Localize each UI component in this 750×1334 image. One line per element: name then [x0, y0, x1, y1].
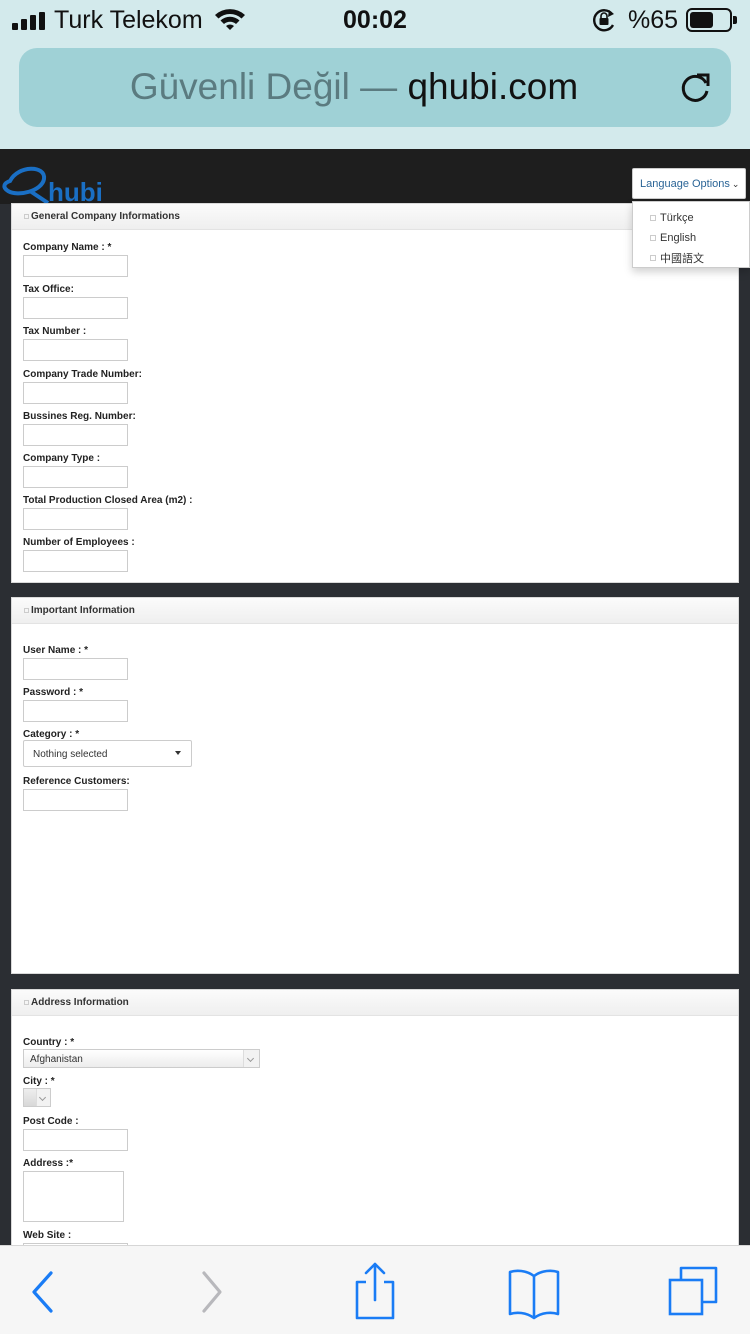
panel-header: Important Information — [12, 598, 738, 624]
country-label: Country : * — [23, 1037, 75, 1048]
post-code-label: Post Code : — [23, 1116, 79, 1127]
flag-icon — [650, 235, 656, 241]
panel-header: Address Information — [12, 990, 738, 1016]
site-header: hubi Language Options ⌄ — [0, 149, 750, 207]
language-menu: Türkçe English 中國語文 — [632, 201, 750, 268]
back-icon[interactable] — [14, 1260, 74, 1320]
password-input[interactable] — [23, 700, 128, 722]
reference-customers-input[interactable] — [23, 789, 128, 811]
flag-icon — [650, 255, 656, 261]
url-host: qhubi.com — [407, 66, 579, 107]
business-reg-input[interactable] — [23, 424, 128, 446]
address-info-panel: Address Information Country : * Afghanis… — [11, 989, 739, 1245]
company-type-input[interactable] — [23, 466, 128, 488]
caret-down-icon — [175, 751, 181, 755]
chevron-down-icon — [38, 1093, 47, 1102]
closed-area-input[interactable] — [23, 508, 128, 530]
country-select[interactable]: Afghanistan — [23, 1049, 260, 1068]
security-warning: Güvenli Değil — — [129, 66, 398, 107]
tabs-icon[interactable] — [664, 1260, 724, 1320]
general-company-panel: General Company Informations Company Nam… — [11, 203, 739, 583]
company-name-label: Company Name : * — [23, 242, 112, 253]
password-label: Password : * — [23, 687, 84, 698]
company-type-label: Company Type : — [23, 453, 101, 464]
tax-office-label: Tax Office: — [23, 284, 74, 295]
post-code-input[interactable] — [23, 1129, 128, 1151]
category-label: Category : * — [23, 729, 80, 740]
flag-icon — [650, 215, 656, 221]
employees-label: Number of Employees : — [23, 537, 135, 548]
language-label: English — [660, 232, 697, 244]
panel-title: General Company Informations — [31, 211, 180, 222]
city-select[interactable] — [23, 1088, 51, 1107]
panel-title: Address Information — [31, 997, 129, 1008]
battery-percent: %65 — [628, 6, 679, 34]
company-name-input[interactable] — [23, 255, 128, 277]
url-display[interactable]: Güvenli Değil — qhubi.com — [19, 66, 689, 108]
trade-number-label: Company Trade Number: — [23, 369, 142, 380]
address-textarea[interactable] — [23, 1171, 124, 1222]
panel-icon — [24, 1000, 29, 1005]
language-item-chinese[interactable]: 中國語文 — [633, 248, 749, 268]
rotation-lock-icon — [593, 9, 615, 32]
address-bar[interactable]: Güvenli Değil — qhubi.com — [19, 48, 731, 127]
battery-icon — [686, 8, 737, 32]
panel-header: General Company Informations — [12, 204, 738, 230]
language-label: Türkçe — [660, 212, 694, 224]
dropdown-arrow — [36, 1089, 50, 1106]
city-label: City : * — [23, 1076, 55, 1087]
forward-icon[interactable] — [180, 1260, 240, 1320]
username-input[interactable] — [23, 658, 128, 680]
tax-office-input[interactable] — [23, 297, 128, 319]
trade-number-input[interactable] — [23, 382, 128, 404]
panel-icon — [24, 214, 29, 219]
status-bar: Turk Telekom 00:02 %65 — [0, 0, 750, 42]
browser-toolbar — [0, 1245, 750, 1334]
dropdown-arrow — [243, 1050, 259, 1067]
reload-icon[interactable] — [677, 69, 713, 105]
web-site-label: Web Site : — [23, 1230, 72, 1241]
important-info-panel: Important Information User Name : * Pass… — [11, 597, 739, 974]
bookmarks-icon[interactable] — [504, 1260, 564, 1320]
tax-number-input[interactable] — [23, 339, 128, 361]
username-label: User Name : * — [23, 645, 89, 656]
share-icon[interactable] — [344, 1260, 404, 1320]
country-value: Afghanistan — [30, 1054, 83, 1065]
qhubi-logo[interactable]: hubi — [0, 163, 120, 207]
panel-title: Important Information — [31, 605, 135, 616]
employees-input[interactable] — [23, 550, 128, 572]
web-page: hubi Language Options ⌄ Türkçe English 中國… — [0, 149, 750, 1245]
language-item-english[interactable]: English — [633, 228, 749, 248]
battery-fill — [690, 12, 714, 28]
closed-area-label: Total Production Closed Area (m2) : — [23, 495, 193, 506]
language-item-turkce[interactable]: Türkçe — [633, 208, 749, 228]
chevron-down-icon — [246, 1054, 255, 1063]
language-options-label: Language Options — [640, 178, 730, 190]
reference-customers-label: Reference Customers: — [23, 776, 130, 787]
language-label: 中國語文 — [660, 253, 704, 265]
browser-chrome: Güvenli Değil — qhubi.com — [0, 42, 750, 149]
category-value: Nothing selected — [33, 749, 108, 760]
caret-down-icon: ⌄ — [731, 179, 740, 189]
business-reg-label: Bussines Reg. Number: — [23, 411, 136, 422]
category-select[interactable]: Nothing selected — [23, 740, 192, 767]
tax-number-label: Tax Number : — [23, 326, 87, 337]
language-options-button[interactable]: Language Options ⌄ — [632, 168, 746, 199]
address-label: Address :* — [23, 1158, 74, 1169]
panel-icon — [24, 608, 29, 613]
